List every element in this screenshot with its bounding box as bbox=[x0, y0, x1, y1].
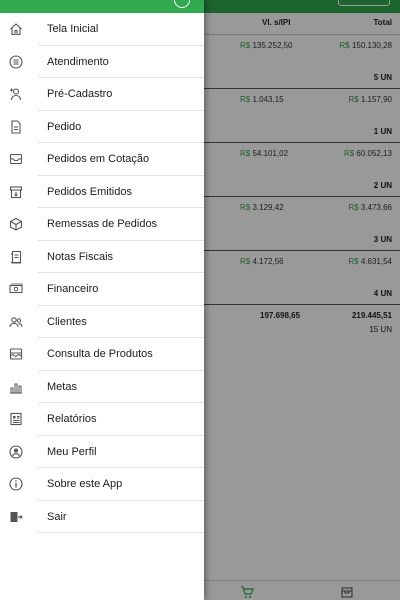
menu-item-financeiro[interactable]: Financeiro bbox=[0, 273, 204, 306]
list-circle-icon bbox=[9, 54, 23, 69]
menu-item-label: Atendimento bbox=[47, 55, 109, 68]
menu-item-remessas-de-pedidos[interactable]: Remessas de Pedidos bbox=[0, 208, 204, 241]
logout-icon bbox=[9, 510, 23, 524]
menu-item-label: Relatórios bbox=[47, 413, 97, 425]
menu-item-label: Pré-Cadastro bbox=[47, 88, 113, 100]
home-icon bbox=[9, 22, 23, 36]
menu-item-tela-inicial[interactable]: Tela Inicial bbox=[0, 13, 204, 46]
menu-item-sair[interactable]: Sair bbox=[0, 501, 204, 533]
add-user-icon bbox=[9, 87, 23, 101]
bar-chart-icon bbox=[9, 380, 23, 394]
menu-item-pedidos-em-cotacao[interactable]: Pedidos em Cotação bbox=[0, 143, 204, 176]
menu-item-label: Sair bbox=[47, 510, 67, 523]
users-icon bbox=[9, 315, 23, 329]
menu-item-sobre-este-app[interactable]: Sobre este App bbox=[0, 468, 204, 501]
menu-item-label: Clientes bbox=[47, 315, 87, 328]
menu-item-notas-fiscais[interactable]: Notas Fiscais bbox=[0, 241, 204, 273]
report-icon bbox=[9, 412, 23, 426]
navigation-drawer: Tela Inicial Atendimento Pré-Cadastro Pe… bbox=[0, 0, 204, 600]
menu-item-label: Financeiro bbox=[47, 283, 99, 295]
menu-item-label: Pedidos em Cotação bbox=[47, 153, 150, 165]
menu-item-pedido[interactable]: Pedido bbox=[0, 111, 204, 143]
menu-item-relatorios[interactable]: Relatórios bbox=[0, 403, 204, 436]
profile-icon bbox=[9, 444, 23, 459]
drawer-menu: Tela Inicial Atendimento Pré-Cadastro Pe… bbox=[0, 13, 204, 533]
menu-item-label: Metas bbox=[47, 380, 77, 393]
menu-item-label: Sobre este App bbox=[47, 478, 123, 490]
invoice-icon bbox=[9, 250, 23, 264]
drawer-header bbox=[0, 0, 204, 13]
menu-item-meu-perfil[interactable]: Meu Perfil bbox=[0, 436, 204, 468]
menu-divider bbox=[38, 532, 204, 533]
menu-item-label: Pedidos Emitidos bbox=[47, 185, 132, 198]
menu-item-label: Pedido bbox=[47, 120, 82, 133]
info-icon bbox=[9, 477, 23, 491]
menu-item-label: Remessas de Pedidos bbox=[47, 218, 158, 230]
menu-item-pre-cadastro[interactable]: Pré-Cadastro bbox=[0, 78, 204, 111]
avatar bbox=[174, 0, 190, 8]
menu-item-label: Tela Inicial bbox=[47, 23, 99, 35]
menu-item-clientes[interactable]: Clientes bbox=[0, 306, 204, 338]
product-search-icon bbox=[9, 347, 23, 361]
menu-item-atendimento[interactable]: Atendimento bbox=[0, 46, 204, 78]
menu-item-label: Meu Perfil bbox=[47, 445, 97, 458]
menu-item-label: Consulta de Produtos bbox=[47, 348, 153, 360]
menu-item-pedidos-emitidos[interactable]: Pedidos Emitidos bbox=[0, 176, 204, 208]
money-icon bbox=[9, 282, 23, 296]
document-icon bbox=[9, 119, 23, 134]
inbox-icon bbox=[9, 152, 23, 166]
archive-icon bbox=[9, 185, 23, 199]
box-icon bbox=[9, 217, 23, 231]
menu-item-metas[interactable]: Metas bbox=[0, 371, 204, 403]
menu-item-consulta-de-produtos[interactable]: Consulta de Produtos bbox=[0, 338, 204, 371]
menu-item-label: Notas Fiscais bbox=[47, 250, 114, 263]
